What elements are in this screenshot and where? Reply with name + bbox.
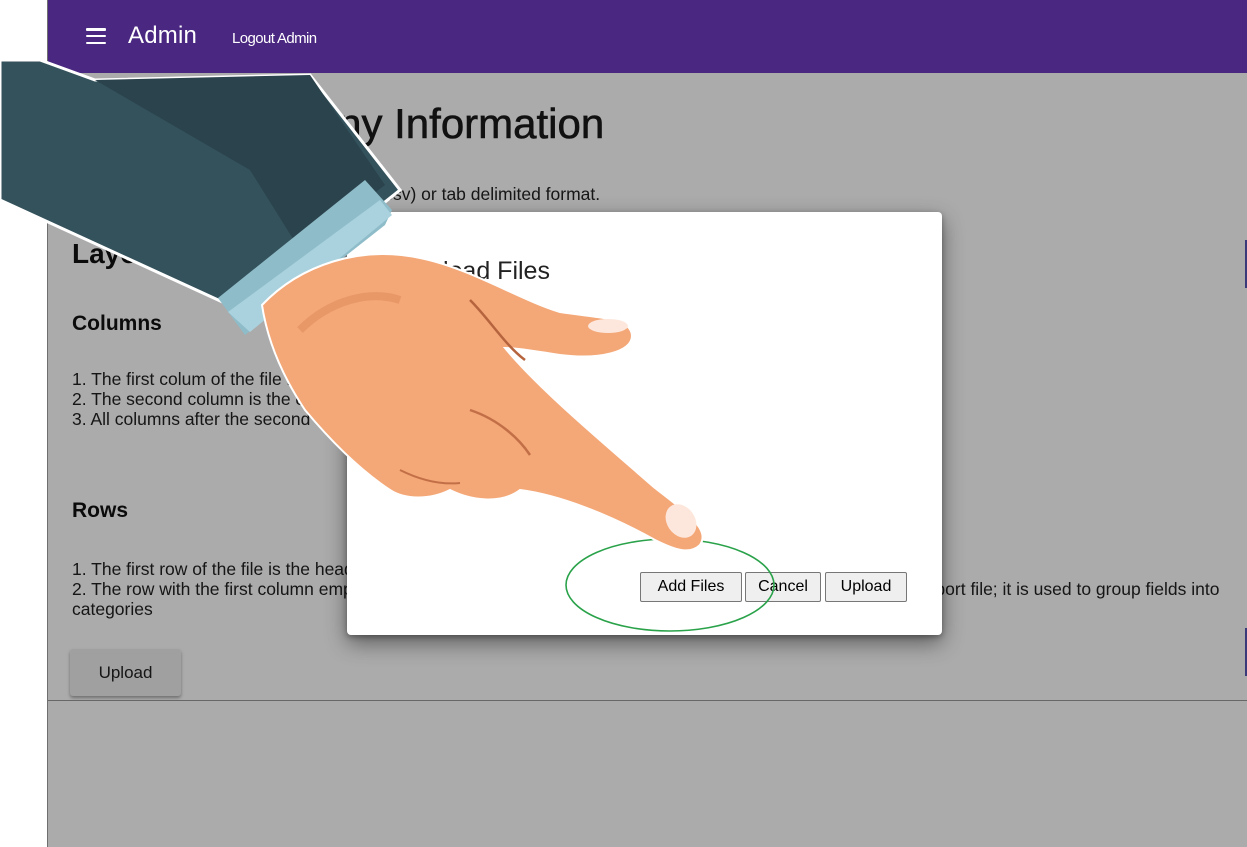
hamburger-menu-icon[interactable] bbox=[86, 28, 106, 45]
logout-link[interactable]: Logout Admin bbox=[232, 30, 317, 47]
cancel-button[interactable]: Cancel bbox=[745, 572, 821, 602]
upload-files-dialog: Upload Files Add Files Cancel Upload bbox=[347, 212, 942, 635]
dialog-upload-button[interactable]: Upload bbox=[825, 572, 907, 602]
top-app-bar: Admin Logout Admin bbox=[48, 0, 1247, 73]
app-brand: Admin bbox=[128, 22, 198, 49]
add-files-button[interactable]: Add Files bbox=[640, 572, 742, 602]
dialog-title: Upload Files bbox=[411, 257, 550, 285]
